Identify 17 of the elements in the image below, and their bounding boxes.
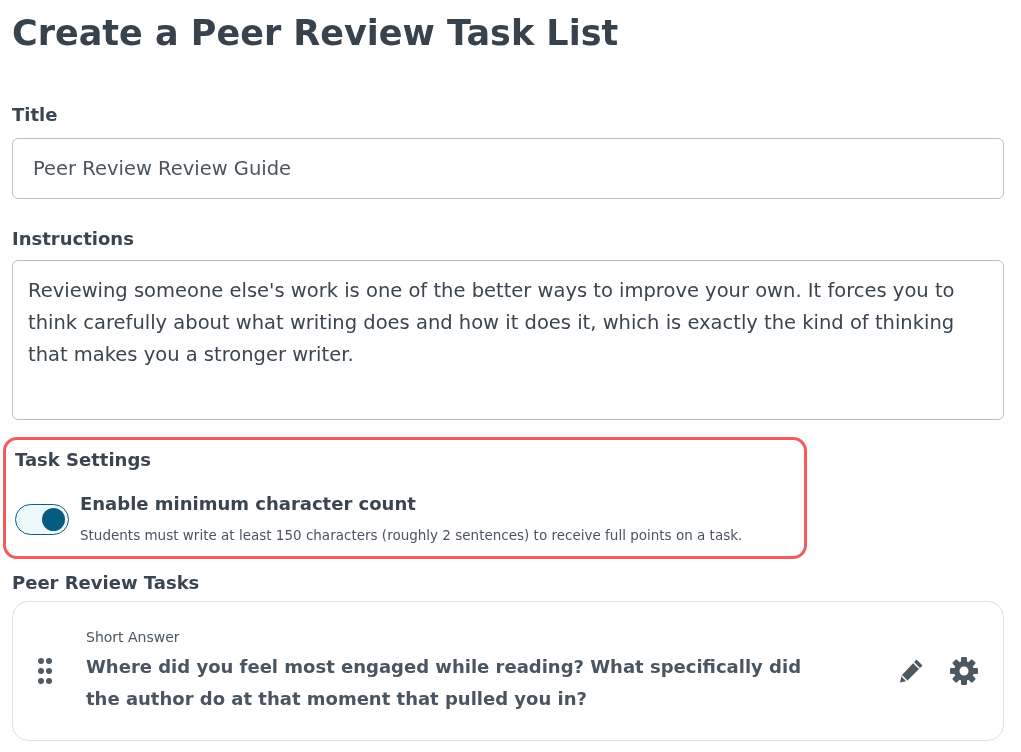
pencil-icon (897, 657, 925, 685)
edit-button[interactable] (897, 657, 925, 685)
section-heading: Peer Review Tasks (12, 571, 200, 595)
settings-button[interactable] (949, 656, 979, 686)
task-question: Where did you feel most engaged while reading? What specifically did the author do at that moment that pulled you in? (86, 655, 803, 711)
settings-icon (949, 656, 979, 686)
title-input-field[interactable]: Peer Review Review Guide (12, 138, 1004, 199)
section-heading: Task Settings (15, 448, 152, 472)
task-type: Short Answer (86, 628, 180, 647)
page-title: Create a Peer Review Task List (12, 12, 619, 55)
setting-label: Enable minimum character count (80, 492, 416, 516)
setting-description: Students must write at least 150 characters (roughly 2 sentences) to receive full points on a task. (80, 526, 743, 544)
toggle-switch[interactable] (15, 504, 69, 535)
instructions-text-area[interactable]: Reviewing someone else's work is one of the better ways to improve your own. It forces you to think carefully about what writing does and how it does it, which is exactly the kind of thinking that makes you a stronger writer. (12, 260, 1004, 420)
drag-handle-icon[interactable] (38, 658, 52, 684)
field-label: Title (12, 103, 58, 127)
field-label: Instructions (12, 227, 134, 251)
